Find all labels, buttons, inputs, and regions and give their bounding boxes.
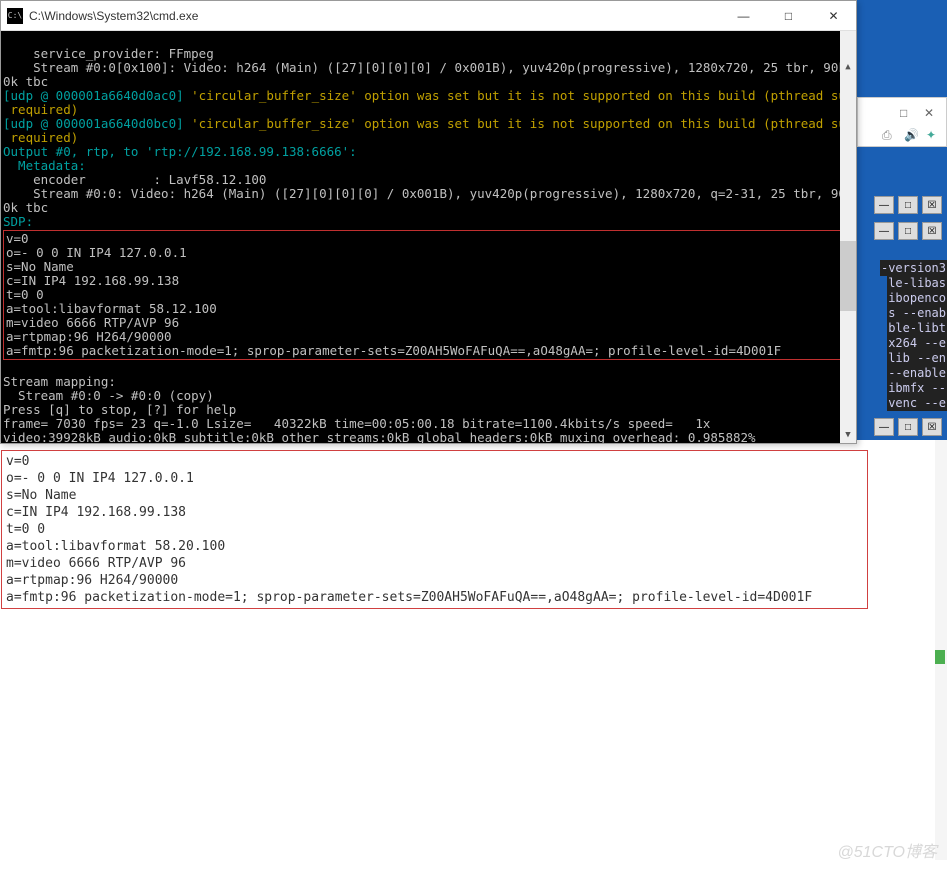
output-line: Stream #0:0[0x100]: Video: h264 (Main) (… xyxy=(3,60,856,75)
bg-min-icon: — xyxy=(874,418,894,436)
partial-side-window: □ ✕ ⎙ 🔊 ✦ xyxy=(857,97,947,147)
watermark: @51CTO博客 xyxy=(837,838,937,862)
close-icon[interactable]: ✕ xyxy=(924,106,938,120)
sdp-line: a=fmtp:96 packetization-mode=1; sprop-pa… xyxy=(6,590,812,605)
sdp-line: t=0 0 xyxy=(6,287,44,302)
sdp-line: t=0 0 xyxy=(6,522,45,537)
output-warn: 'circular_buffer_size' option was set bu… xyxy=(191,116,856,131)
sdp-line: a=fmtp:96 packetization-mode=1; sprop-pa… xyxy=(6,343,781,358)
window-title: C:\Windows\System32\cmd.exe xyxy=(29,9,721,23)
output-line: Stream #0:0 -> #0:0 (copy) xyxy=(3,388,214,403)
sdp-line: o=- 0 0 IN IP4 127.0.0.1 xyxy=(6,471,194,486)
close-button[interactable]: ✕ xyxy=(811,1,856,31)
output-line: Metadata: xyxy=(3,158,86,173)
bg-close-icon: ☒ xyxy=(922,222,942,240)
page-scroll-thumb[interactable] xyxy=(935,650,945,664)
sdp-line: a=rtpmap:96 H264/90000 xyxy=(6,573,178,588)
output-src: [udp @ 000001a6640d0ac0] xyxy=(3,88,191,103)
sdp-line: s=No Name xyxy=(6,488,76,503)
titlebar[interactable]: C:\ C:\Windows\System32\cmd.exe — □ ✕ xyxy=(1,1,856,31)
bg-close-icon: ☒ xyxy=(922,196,942,214)
bg-max-icon: □ xyxy=(898,222,918,240)
output-line: service_provider: FFmpeg xyxy=(3,46,214,61)
output-line: frame= 7030 fps= 23 q=-1.0 Lsize= 40322k… xyxy=(3,416,710,431)
bg-terminal-fragment: --enable xyxy=(887,365,947,381)
bg-terminal-fragment: x264 --e xyxy=(887,335,947,351)
sdp-line: v=0 xyxy=(6,454,29,469)
sdp-text-box: v=0 o=- 0 0 IN IP4 127.0.0.1 s=No Name c… xyxy=(1,450,868,609)
sound-icon[interactable]: 🔊 xyxy=(904,128,918,142)
output-src: [udp @ 000001a6640d0bc0] xyxy=(3,116,191,131)
output-line: Stream mapping: xyxy=(3,374,116,389)
sdp-line: m=video 6666 RTP/AVP 96 xyxy=(6,315,179,330)
bg-terminal-fragment: ibmfx -- xyxy=(887,380,947,396)
scroll-down-icon[interactable]: ▼ xyxy=(840,427,856,443)
output-line: video:39928kB audio:0kB subtitle:0kB oth… xyxy=(3,430,756,443)
output-line: Output #0, rtp, to 'rtp://192.168.99.138… xyxy=(3,144,357,159)
output-line: Stream #0:0: Video: h264 (Main) ([27][0]… xyxy=(3,186,856,201)
bg-terminal-fragment: -version3 xyxy=(880,260,947,276)
sdp-line: v=0 xyxy=(6,231,29,246)
output-line: 0k tbc xyxy=(3,74,48,89)
bg-min-icon: — xyxy=(874,196,894,214)
output-line: encoder : Lavf58.12.100 xyxy=(3,172,266,187)
sdp-line: a=tool:libavformat 58.20.100 xyxy=(6,539,225,554)
bg-max-icon: □ xyxy=(898,196,918,214)
output-line: 0k tbc xyxy=(3,200,48,215)
terminal-output[interactable]: service_provider: FFmpeg Stream #0:0[0x1… xyxy=(1,31,856,443)
bg-terminal-fragment: ibopenco xyxy=(887,290,947,306)
sdp-line: m=video 6666 RTP/AVP 96 xyxy=(6,556,186,571)
sdp-line: o=- 0 0 IN IP4 127.0.0.1 xyxy=(6,245,187,260)
print-icon[interactable]: ⎙ xyxy=(882,128,896,142)
bg-terminal-fragment: venc --e xyxy=(887,395,947,411)
bg-max-icon: □ xyxy=(898,418,918,436)
scroll-up-icon[interactable]: ▲ xyxy=(840,59,856,75)
bg-min-icon: — xyxy=(874,222,894,240)
star-icon[interactable]: ✦ xyxy=(926,128,940,142)
page-scrollbar[interactable] xyxy=(935,440,947,860)
sdp-highlight-box: v=0 o=- 0 0 IN IP4 127.0.0.1 s=No Name c… xyxy=(3,230,856,360)
output-line: SDP: xyxy=(3,214,33,229)
background-window-strip: — □ ☒ — □ ☒ -version3 le-libas ibopenco … xyxy=(853,0,947,440)
minimize-button[interactable]: — xyxy=(721,1,766,31)
sdp-line: a=tool:libavformat 58.12.100 xyxy=(6,301,217,316)
bg-close-icon: ☒ xyxy=(922,418,942,436)
sdp-line: c=IN IP4 192.168.99.138 xyxy=(6,505,186,520)
scroll-thumb[interactable] xyxy=(840,241,856,311)
terminal-scrollbar[interactable]: ▲ ▼ xyxy=(840,31,856,443)
output-warn: required) xyxy=(3,130,78,145)
output-warn: 'circular_buffer_size' option was set bu… xyxy=(191,88,856,103)
bg-terminal-fragment: le-libas xyxy=(887,275,947,291)
cmd-window: C:\ C:\Windows\System32\cmd.exe — □ ✕ se… xyxy=(0,0,857,444)
cmd-icon: C:\ xyxy=(7,8,23,24)
output-warn: required) xyxy=(3,102,78,117)
output-line: Press [q] to stop, [?] for help xyxy=(3,402,236,417)
sdp-line: c=IN IP4 192.168.99.138 xyxy=(6,273,179,288)
bg-terminal-fragment: ble-libt xyxy=(887,320,947,336)
sdp-line: s=No Name xyxy=(6,259,74,274)
bg-terminal-fragment: lib --en xyxy=(887,350,947,366)
maximize-icon[interactable]: □ xyxy=(900,106,914,120)
bg-terminal-fragment: s --enab xyxy=(887,305,947,321)
sdp-line: a=rtpmap:96 H264/90000 xyxy=(6,329,172,344)
maximize-button[interactable]: □ xyxy=(766,1,811,31)
